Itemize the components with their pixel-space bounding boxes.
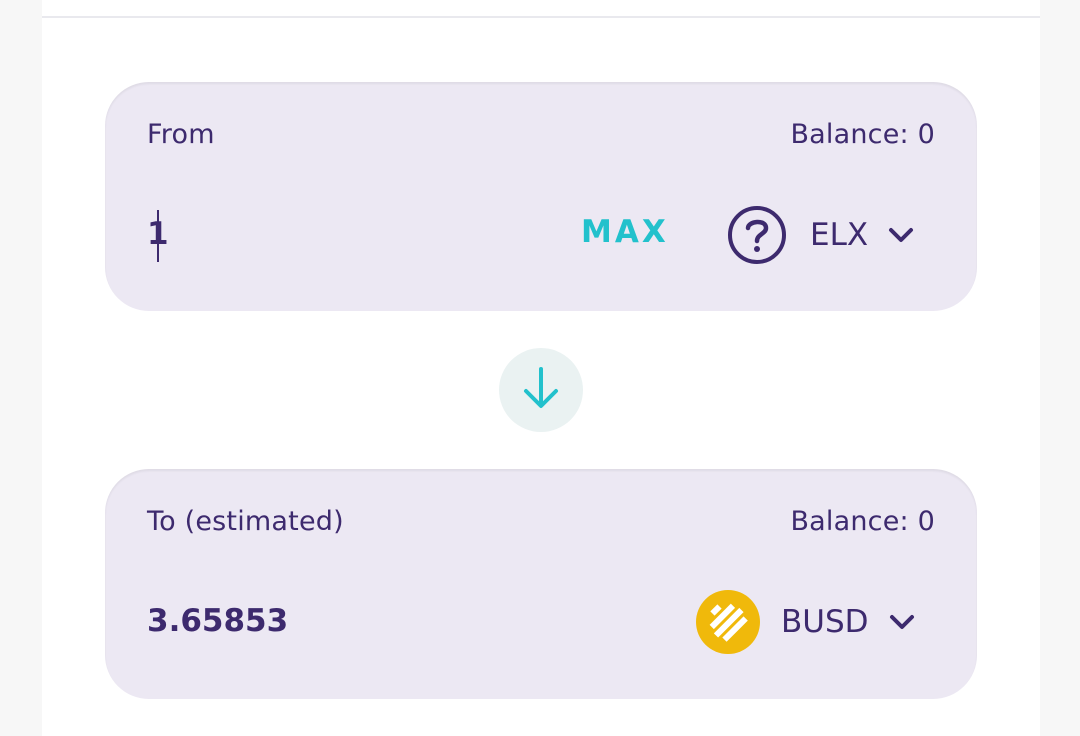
header-divider xyxy=(42,16,1040,18)
to-amount-value: 3.65853 xyxy=(147,603,289,639)
to-panel: To (estimated) Balance: 0 3.65853 BUSD xyxy=(105,469,977,699)
busd-coin-icon xyxy=(696,590,760,654)
max-button[interactable]: MAX xyxy=(581,214,669,250)
swap-card: From Balance: 0 MAX ELX xyxy=(42,0,1040,736)
chevron-down-icon xyxy=(889,613,915,631)
to-label: To (estimated) xyxy=(147,506,344,537)
swap-direction-button[interactable] xyxy=(499,348,583,432)
from-amount-input[interactable] xyxy=(147,204,527,264)
from-label: From xyxy=(147,119,215,150)
to-token-symbol: BUSD xyxy=(781,604,869,640)
from-panel: From Balance: 0 MAX ELX xyxy=(105,82,977,311)
to-token-select[interactable]: BUSD xyxy=(696,589,915,655)
text-caret xyxy=(157,210,159,262)
from-token-select[interactable]: ELX xyxy=(727,204,914,266)
chevron-down-icon xyxy=(888,226,914,244)
from-balance: Balance: 0 xyxy=(790,119,935,150)
from-token-symbol: ELX xyxy=(810,217,869,253)
question-circle-icon xyxy=(727,205,787,265)
arrow-down-icon xyxy=(518,365,564,415)
to-balance: Balance: 0 xyxy=(790,506,935,537)
